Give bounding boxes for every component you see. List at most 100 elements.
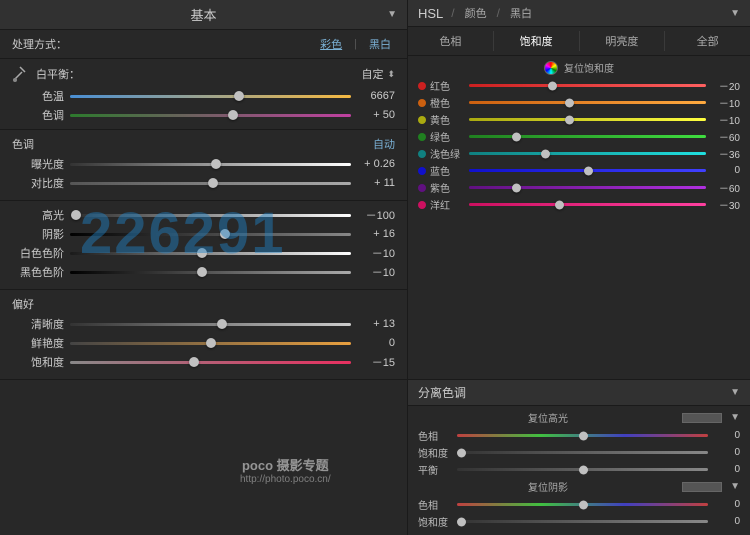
vibrance-thumb[interactable] — [206, 338, 216, 348]
balance-slider[interactable] — [457, 464, 708, 476]
tint-slider[interactable] — [70, 108, 351, 122]
auto-button[interactable]: 自动 — [373, 136, 395, 152]
tone-title: 色调 — [12, 136, 34, 152]
hsl-thumb-7[interactable] — [555, 200, 564, 209]
hsl-slider-3[interactable] — [469, 131, 706, 143]
saturation-slider[interactable] — [70, 355, 351, 369]
highlights-thumb[interactable] — [71, 210, 81, 220]
highlight-sat-label: 饱和度 — [418, 445, 453, 460]
shadow-color-box[interactable] — [682, 482, 722, 492]
blacks-slider[interactable] — [70, 265, 351, 279]
watermark-main: poco 摄影专题 — [240, 455, 331, 474]
highlight-sat-value: 0 — [712, 447, 740, 458]
wb-arrows[interactable]: ⬍ — [387, 69, 395, 80]
shadow-hue-row: 色相 0 — [418, 497, 740, 512]
temperature-track — [70, 95, 351, 98]
tab-saturation[interactable]: 饱和度 — [494, 31, 580, 51]
hsl-track-7 — [469, 203, 706, 206]
hsl-thumb-5[interactable] — [584, 166, 593, 175]
whites-thumb[interactable] — [197, 248, 207, 258]
hsl-thumb-3[interactable] — [512, 132, 521, 141]
hsl-slider-6[interactable] — [469, 182, 706, 194]
highlight-sat-thumb[interactable] — [457, 448, 466, 457]
shadows-value: + 16 — [357, 228, 395, 240]
hsl-thumb-2[interactable] — [565, 115, 574, 124]
bw-mode-button[interactable]: 黑白 — [365, 35, 395, 53]
shadow-hue-thumb[interactable] — [579, 500, 588, 509]
hsl-color-row-6: 紫色－60 — [418, 180, 740, 195]
highlights-slider[interactable] — [70, 208, 351, 222]
color-mode-button[interactable]: 彩色 — [316, 35, 346, 53]
tab-luminance[interactable]: 明亮度 — [580, 31, 666, 51]
hsl-header: HSL / 颜色 / 黑白 ▼ — [408, 0, 750, 27]
saturation-thumb[interactable] — [189, 357, 199, 367]
shadow-hue-slider[interactable] — [457, 499, 708, 511]
hsl-track-0 — [469, 84, 706, 87]
hsl-slider-5[interactable] — [469, 165, 706, 177]
contrast-slider[interactable] — [70, 176, 351, 190]
split-tone-arrow: ▼ — [730, 387, 740, 398]
hsl-color-row-5: 蓝色0 — [418, 163, 740, 178]
blacks-label: 黑色色阶 — [12, 264, 64, 280]
clarity-slider[interactable] — [70, 317, 351, 331]
shadows-slider[interactable] — [70, 227, 351, 241]
hsl-color-dot-1 — [418, 99, 426, 107]
preference-section: 偏好 清晰度 + 13 鲜艳度 0 饱和度 － — [0, 290, 407, 380]
processing-row: 处理方式： 彩色 | 黑白 — [0, 30, 407, 59]
tab-hue[interactable]: 色相 — [408, 31, 494, 51]
wb-left: 白平衡： — [12, 64, 80, 84]
hsl-value-1: －10 — [710, 95, 740, 110]
tab-all[interactable]: 全部 — [665, 31, 750, 51]
hsl-tabs-row: 色相 饱和度 明亮度 全部 — [408, 27, 750, 56]
hsl-color-label-4: 浅色绿 — [430, 146, 465, 161]
hsl-thumb-4[interactable] — [541, 149, 550, 158]
highlight-hue-slider[interactable] — [457, 430, 708, 442]
temperature-thumb[interactable] — [234, 91, 244, 101]
hsl-thumb-6[interactable] — [512, 183, 521, 192]
hsl-sliders: 红色－20橙色－10黄色－10绿色－60浅色绿－36蓝色0紫色－60洋红－30 — [418, 78, 740, 212]
highlight-color-box[interactable] — [682, 413, 722, 423]
hsl-color-row-3: 绿色－60 — [418, 129, 740, 144]
hsl-thumb-1[interactable] — [565, 98, 574, 107]
vibrance-slider[interactable] — [70, 336, 351, 350]
hsl-value-4: －36 — [710, 146, 740, 161]
hsl-bw-tab[interactable]: 黑白 — [508, 5, 534, 21]
eyedropper-icon[interactable] — [12, 64, 28, 84]
white-balance-section: 白平衡： 自定 ⬍ 色温 6667 色调 + 50 — [0, 59, 407, 130]
wb-label: 白平衡： — [36, 66, 80, 82]
balance-thumb[interactable] — [579, 465, 588, 474]
hsl-value-7: －30 — [710, 197, 740, 212]
highlight-hue-thumb[interactable] — [579, 431, 588, 440]
saturation-track — [70, 361, 351, 364]
exposure-slider[interactable] — [70, 157, 351, 171]
whites-label: 白色色阶 — [12, 245, 64, 261]
exposure-thumb[interactable] — [211, 159, 221, 169]
hsl-slider-0[interactable] — [469, 80, 706, 92]
hsl-track-6 — [469, 186, 706, 189]
hsl-slider-4[interactable] — [469, 148, 706, 160]
hsl-slider-7[interactable] — [469, 199, 706, 211]
hsl-color-tab[interactable]: 颜色 — [463, 5, 489, 21]
saturation-row: 饱和度 －15 — [12, 354, 395, 370]
wb-value-area: 自定 ⬍ — [361, 66, 395, 82]
clarity-label: 清晰度 — [12, 316, 64, 332]
hsl-thumb-0[interactable] — [548, 81, 557, 90]
hsl-color-label-3: 绿色 — [430, 129, 465, 144]
shadow-sat-thumb[interactable] — [457, 517, 466, 526]
tint-thumb[interactable] — [228, 110, 238, 120]
whites-slider[interactable] — [70, 246, 351, 260]
hsl-slider-2[interactable] — [469, 114, 706, 126]
highlight-sat-slider[interactable] — [457, 447, 708, 459]
split-tone-title: 分离色调 — [418, 384, 466, 401]
contrast-thumb[interactable] — [208, 178, 218, 188]
tint-track — [70, 114, 351, 117]
shadows-thumb[interactable] — [220, 229, 230, 239]
balance-row: 平衡 0 — [418, 462, 740, 477]
shadow-hue-label: 色相 — [418, 497, 453, 512]
exposure-value: + 0.26 — [357, 158, 395, 170]
hsl-slider-1[interactable] — [469, 97, 706, 109]
shadow-sat-slider[interactable] — [457, 516, 708, 528]
clarity-thumb[interactable] — [217, 319, 227, 329]
temperature-slider[interactable] — [70, 89, 351, 103]
blacks-thumb[interactable] — [197, 267, 207, 277]
